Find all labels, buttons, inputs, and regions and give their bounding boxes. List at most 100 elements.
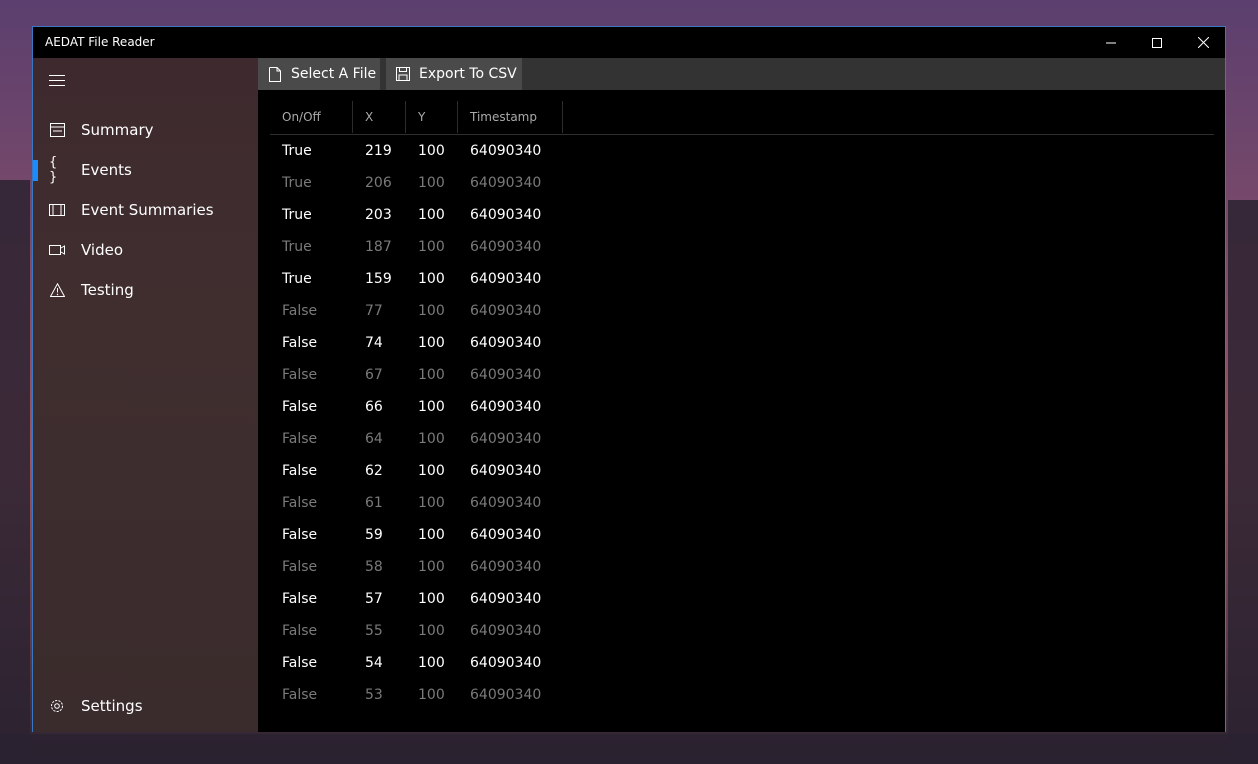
cell-x: 58 [365, 559, 383, 575]
cell-on-off: True [282, 143, 312, 159]
table-row[interactable]: False 59 100 64090340 [270, 519, 1214, 551]
cell-x: 53 [365, 687, 383, 703]
cell-on-off: False [282, 623, 318, 639]
cell-y: 100 [418, 335, 445, 351]
export-csv-label: Export To CSV [419, 66, 517, 82]
cell-on-off: True [282, 239, 312, 255]
cell-x: 67 [365, 367, 383, 383]
close-button[interactable] [1180, 27, 1226, 58]
cell-on-off: False [282, 591, 318, 607]
nav-item-label: Video [81, 241, 124, 259]
cell-x: 203 [365, 207, 392, 223]
cell-x: 187 [365, 239, 392, 255]
cell-x: 66 [365, 399, 383, 415]
wallpaper-tree-left [0, 180, 30, 764]
column-header-x[interactable]: X [353, 101, 406, 133]
warning-icon [49, 282, 65, 298]
cell-x: 59 [365, 527, 383, 543]
table-row[interactable]: True 187 100 64090340 [270, 231, 1214, 263]
wallpaper-tree-right [1228, 200, 1258, 764]
cell-timestamp: 64090340 [470, 399, 542, 415]
table-row[interactable]: False 62 100 64090340 [270, 455, 1214, 487]
table-row[interactable]: False 66 100 64090340 [270, 391, 1214, 423]
summary-icon [49, 122, 65, 138]
cell-on-off: False [282, 559, 318, 575]
cell-timestamp: 64090340 [470, 591, 542, 607]
cell-timestamp: 64090340 [470, 335, 542, 351]
table-header: On/Off X Y Timestamp [270, 101, 1214, 135]
table-row[interactable]: False 64 100 64090340 [270, 423, 1214, 455]
cell-y: 100 [418, 623, 445, 639]
cell-y: 100 [418, 207, 445, 223]
gear-icon [49, 698, 65, 714]
cell-x: 64 [365, 431, 383, 447]
nav-item-label: Testing [81, 281, 134, 299]
cell-timestamp: 64090340 [470, 495, 542, 511]
cell-on-off: False [282, 527, 318, 543]
cell-x: 62 [365, 463, 383, 479]
table-row[interactable]: False 53 100 64090340 [270, 679, 1214, 711]
nav-item-testing[interactable]: Testing [33, 270, 258, 310]
braces-icon: { } [49, 155, 58, 185]
document-icon [267, 66, 283, 82]
close-icon [1197, 37, 1209, 48]
cell-y: 100 [418, 175, 445, 191]
cell-on-off: True [282, 271, 312, 287]
cell-y: 100 [418, 143, 445, 159]
maximize-button[interactable] [1134, 27, 1180, 58]
table-body: True 219 100 64090340 True 206 100 64090340 True… [270, 135, 1214, 711]
table-row[interactable]: True 206 100 64090340 [270, 167, 1214, 199]
nav-item-summary[interactable]: Summary [33, 110, 258, 150]
cell-timestamp: 64090340 [470, 271, 542, 287]
cell-on-off: True [282, 175, 312, 191]
nav-item-label: Event Summaries [81, 201, 214, 219]
cell-y: 100 [418, 303, 445, 319]
cell-x: 55 [365, 623, 383, 639]
minimize-button[interactable] [1088, 27, 1134, 58]
nav-item-settings[interactable]: Settings [33, 686, 258, 726]
cell-y: 100 [418, 591, 445, 607]
command-bar: Select A File Export To CSV [258, 58, 1225, 90]
table-row[interactable]: False 57 100 64090340 [270, 583, 1214, 615]
cell-on-off: False [282, 367, 318, 383]
window-title: AEDAT File Reader [45, 35, 155, 49]
maximize-icon [1152, 37, 1162, 48]
hamburger-menu-icon[interactable] [49, 75, 65, 87]
table-row[interactable]: True 219 100 64090340 [270, 135, 1214, 167]
cell-on-off: True [282, 207, 312, 223]
nav-item-events[interactable]: { } Events [33, 150, 258, 190]
table-row[interactable]: False 67 100 64090340 [270, 359, 1214, 391]
video-camera-icon [49, 242, 65, 258]
cell-y: 100 [418, 431, 445, 447]
cell-timestamp: 64090340 [470, 687, 542, 703]
cell-on-off: False [282, 655, 318, 671]
cell-timestamp: 64090340 [470, 463, 542, 479]
select-file-button[interactable]: Select A File [258, 58, 380, 90]
column-header-timestamp[interactable]: Timestamp [458, 101, 563, 133]
table-row[interactable]: False 54 100 64090340 [270, 647, 1214, 679]
nav-item-event-summaries[interactable]: Event Summaries [33, 190, 258, 230]
table-row[interactable]: False 74 100 64090340 [270, 327, 1214, 359]
navigation-pane: Summary { } Events Event Summaries Video… [33, 58, 258, 732]
table-row[interactable]: True 203 100 64090340 [270, 199, 1214, 231]
table-row[interactable]: False 55 100 64090340 [270, 615, 1214, 647]
table-row[interactable]: False 58 100 64090340 [270, 551, 1214, 583]
column-header-y[interactable]: Y [406, 101, 458, 133]
cell-x: 77 [365, 303, 383, 319]
cell-y: 100 [418, 463, 445, 479]
table-row[interactable]: True 159 100 64090340 [270, 263, 1214, 295]
column-header-on-off[interactable]: On/Off [270, 101, 353, 133]
table-row[interactable]: False 77 100 64090340 [270, 295, 1214, 327]
nav-item-video[interactable]: Video [33, 230, 258, 270]
table-row[interactable]: False 61 100 64090340 [270, 487, 1214, 519]
cell-x: 219 [365, 143, 392, 159]
cell-y: 100 [418, 559, 445, 575]
export-csv-button[interactable]: Export To CSV [386, 58, 522, 90]
title-bar[interactable]: AEDAT File Reader [33, 27, 1225, 58]
cell-on-off: False [282, 463, 318, 479]
cell-on-off: False [282, 687, 318, 703]
cell-timestamp: 64090340 [470, 143, 542, 159]
cell-y: 100 [418, 239, 445, 255]
cell-timestamp: 64090340 [470, 207, 542, 223]
cell-y: 100 [418, 687, 445, 703]
